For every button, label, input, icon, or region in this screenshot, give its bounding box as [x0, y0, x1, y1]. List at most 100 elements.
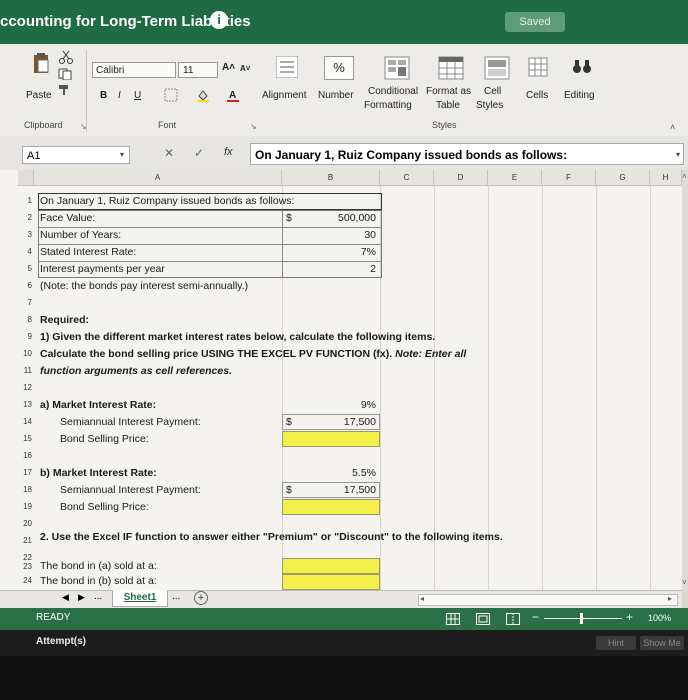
add-sheet-icon[interactable]: + [194, 591, 208, 605]
cell-b4[interactable]: 7% [300, 246, 376, 258]
row-header[interactable]: 8 [20, 315, 32, 324]
premium-discount-input-a[interactable] [282, 558, 380, 574]
font-size-input[interactable]: 11 [178, 62, 218, 78]
column-header-a[interactable]: A [34, 170, 282, 186]
paste-label[interactable]: Paste [26, 90, 52, 101]
row-header[interactable]: 22 [20, 553, 32, 562]
cell-styles-label[interactable]: Cell [484, 86, 501, 97]
copy-icon[interactable] [58, 68, 72, 81]
cells-icon[interactable] [528, 56, 548, 78]
cell-a15[interactable]: Bond Selling Price: [60, 433, 149, 445]
cell-a10[interactable]: Calculate the bond selling price USING T… [40, 348, 466, 360]
row-header[interactable]: 10 [20, 349, 32, 358]
cancel-icon[interactable]: ✕ [164, 146, 174, 160]
cell-styles-label-2[interactable]: Styles [476, 100, 503, 111]
row-header[interactable]: 21 [20, 536, 32, 545]
format-painter-icon[interactable] [58, 84, 70, 96]
column-header-b[interactable]: B [282, 170, 380, 186]
cell-b2[interactable]: 500,000 [300, 212, 376, 224]
format-as-table-label[interactable]: Format as [426, 86, 471, 97]
cell-b5[interactable]: 2 [300, 263, 376, 275]
cell-a19[interactable]: Bond Selling Price: [60, 501, 149, 513]
row-header[interactable]: 11 [20, 366, 32, 375]
cell-a24[interactable]: The bond in (b) sold at a: [40, 575, 157, 587]
row-header[interactable]: 3 [20, 230, 32, 239]
row-header[interactable]: 24 [20, 576, 32, 585]
cell-a18[interactable]: Semiannual Interest Payment: [60, 484, 201, 496]
row-header[interactable]: 13 [20, 400, 32, 409]
cell-a8[interactable]: Required: [40, 314, 89, 326]
row-header[interactable]: 12 [20, 383, 32, 392]
row-header[interactable]: 16 [20, 451, 32, 460]
column-header-h[interactable]: H [650, 170, 682, 186]
underline-button[interactable]: U [134, 90, 141, 101]
column-header-f[interactable]: F [542, 170, 596, 186]
font-color-icon[interactable]: A [226, 88, 240, 102]
sheets-overflow-left[interactable]: ... [94, 591, 102, 602]
zoom-slider[interactable] [544, 618, 622, 619]
row-header[interactable]: 6 [20, 281, 32, 290]
conditional-formatting-label[interactable]: Conditional [368, 86, 418, 97]
column-header-d[interactable]: D [434, 170, 488, 186]
row-header[interactable]: 9 [20, 332, 32, 341]
cell-b18[interactable]: 17,500 [300, 484, 376, 496]
cell-b14[interactable]: 17,500 [300, 416, 376, 428]
number-button[interactable]: Number [318, 90, 354, 101]
cells-button[interactable]: Cells [526, 90, 548, 101]
column-header-e[interactable]: E [488, 170, 542, 186]
cell-a11[interactable]: function arguments as cell references. [40, 365, 232, 377]
paste-icon[interactable] [32, 52, 50, 74]
borders-icon[interactable] [164, 88, 178, 102]
next-sheet-icon[interactable]: ▶ [78, 592, 85, 603]
row-header[interactable]: 19 [20, 502, 32, 511]
editing-button[interactable]: Editing [564, 90, 595, 101]
font-name-input[interactable]: Calibri [92, 62, 176, 78]
cell-a9[interactable]: 1) Given the different market interest r… [40, 331, 435, 343]
zoom-slider-thumb[interactable] [580, 613, 583, 624]
cell-a1[interactable]: On January 1, Ruiz Company issued bonds … [40, 195, 294, 207]
show-me-button[interactable]: Show Me [640, 636, 684, 650]
insert-function-icon[interactable]: fx [224, 146, 233, 158]
grow-font-button[interactable]: A˄ [222, 62, 235, 73]
row-header[interactable]: 20 [20, 519, 32, 528]
tab-sheet1[interactable]: Sheet1 [112, 590, 168, 607]
row-header[interactable]: 7 [20, 298, 32, 307]
premium-discount-input-b[interactable] [282, 574, 380, 590]
cell-a13[interactable]: a) Market Interest Rate: [40, 399, 156, 411]
column-header-g[interactable]: G [596, 170, 650, 186]
binoculars-icon[interactable] [572, 56, 592, 76]
name-box[interactable]: A1 [22, 146, 130, 164]
cell-a23[interactable]: The bond in (a) sold at a: [40, 560, 157, 572]
cell-a3[interactable]: Number of Years: [40, 229, 121, 241]
conditional-formatting-label-2[interactable]: Formatting [364, 100, 412, 111]
info-icon[interactable]: i [210, 11, 228, 29]
cell-b13[interactable]: 9% [300, 399, 376, 411]
cell-a5[interactable]: Interest payments per year [40, 263, 165, 275]
cell-a17[interactable]: b) Market Interest Rate: [40, 467, 157, 479]
zoom-in-icon[interactable]: + [626, 610, 633, 624]
alignment-icon[interactable] [275, 55, 299, 79]
row-header[interactable]: 4 [20, 247, 32, 256]
row-header[interactable]: 1 [20, 196, 32, 205]
formula-input[interactable]: On January 1, Ruiz Company issued bonds … [250, 143, 684, 165]
cut-icon[interactable] [58, 50, 74, 64]
horizontal-scrollbar[interactable] [418, 594, 678, 606]
vertical-scrollbar[interactable] [682, 170, 688, 590]
hint-button[interactable]: Hint [596, 636, 636, 650]
scroll-right-icon[interactable]: ▸ [668, 594, 672, 603]
page-layout-icon[interactable] [476, 612, 490, 625]
format-as-table-icon[interactable] [438, 56, 464, 80]
fill-color-icon[interactable] [196, 88, 210, 102]
collapse-ribbon-icon[interactable]: ˄ [670, 122, 675, 132]
cell-styles-icon[interactable] [484, 56, 510, 80]
italic-button[interactable]: I [118, 90, 121, 101]
enter-icon[interactable]: ✓ [194, 146, 204, 160]
bond-price-input-b[interactable] [282, 499, 380, 515]
conditional-formatting-icon[interactable] [384, 56, 410, 80]
row-header[interactable]: 5 [20, 264, 32, 273]
cell-b3[interactable]: 30 [300, 229, 376, 241]
normal-view-icon[interactable] [446, 612, 460, 625]
prev-sheet-icon[interactable]: ◀ [62, 592, 69, 603]
cell-a6[interactable]: (Note: the bonds pay interest semi-annua… [40, 280, 248, 292]
cell-a14[interactable]: Semiannual Interest Payment: [60, 416, 201, 428]
